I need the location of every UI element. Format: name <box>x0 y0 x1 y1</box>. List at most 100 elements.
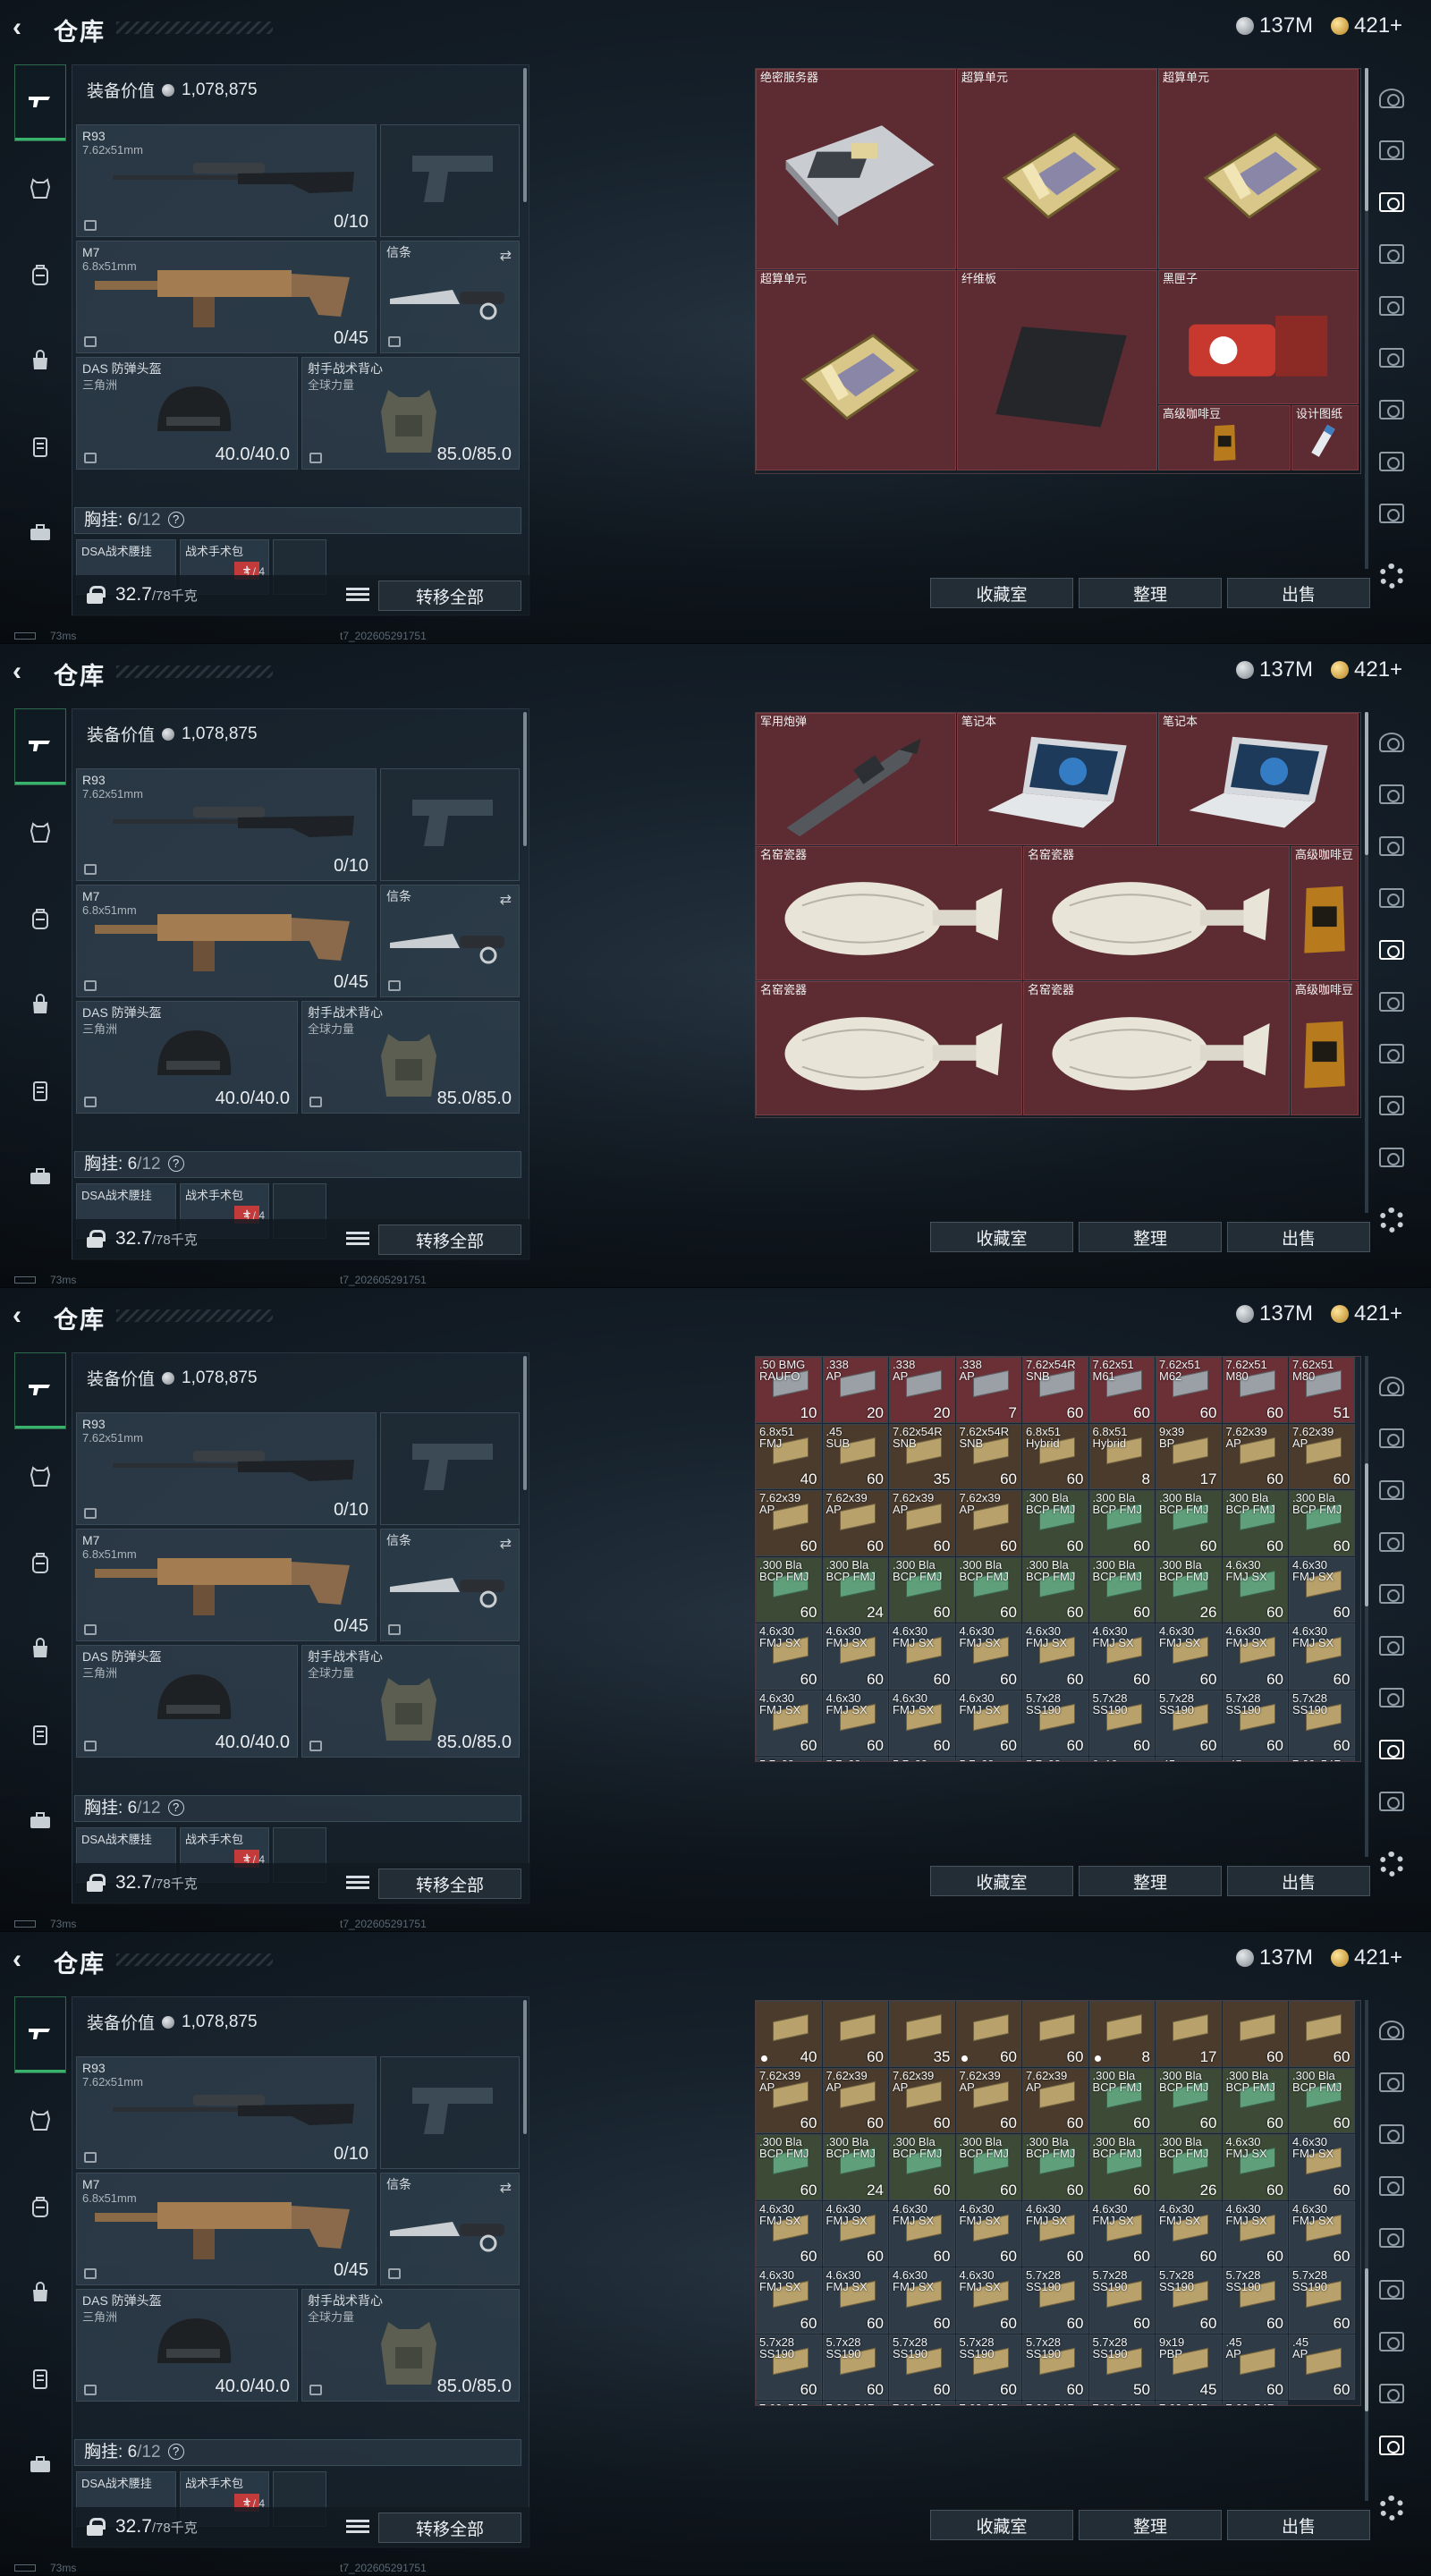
vest-slot[interactable]: 射手战术背心 全球力量 85.0/85.0 <box>301 1001 520 1114</box>
vest-slot[interactable]: 射手战术背心 全球力量 85.0/85.0 <box>301 357 520 470</box>
ammo-item[interactable]: .300 Bla BCP FMJ 60 <box>1289 2067 1355 2133</box>
chest-rig-bar[interactable]: 胸挂: 6/12? <box>74 1795 521 1822</box>
ammo-item[interactable]: 4.6x30 FMJ SX 60 <box>756 2267 822 2334</box>
ammo-item[interactable]: .300 Bla BCP FMJ 60 <box>889 1556 955 1623</box>
ammo-item[interactable]: 4.6x30 FMJ SX 60 <box>1156 2200 1222 2267</box>
chest-rig-bar[interactable]: 胸挂: 6/12? <box>74 2439 521 2466</box>
storage-item[interactable]: 笔记本 <box>1158 713 1359 845</box>
list-view-icon[interactable] <box>346 582 369 606</box>
ammo-item[interactable]: .50 BMG RAUFO 10 <box>756 1357 822 1423</box>
ammo-item[interactable]: 5.7x28SS190 60 <box>1022 1690 1088 1756</box>
ammo-item[interactable]: 7.62x54RLPS60 <box>955 2401 1021 2405</box>
melee-slot[interactable]: 信条 ⇄ <box>380 241 520 353</box>
sort-button[interactable]: 整理 <box>1079 578 1222 608</box>
ammo-item[interactable]: 4.6x30 FMJ SX 60 <box>955 1623 1021 1690</box>
warehouse-icon[interactable] <box>1374 2012 1410 2048</box>
ammo-item[interactable]: 60 <box>1289 2001 1355 2067</box>
bag-icon[interactable] <box>14 966 66 1043</box>
ammo-item[interactable]: 4.6x30 FMJ SX 60 <box>1222 1556 1288 1623</box>
helmet-slot[interactable]: DAS 防弹头盔 三角洲 40.0/40.0 <box>76 2289 298 2402</box>
gold-currency[interactable]: 421+ <box>1331 657 1402 683</box>
ammo-item[interactable]: 7.62x39 AP 60 <box>756 1490 822 1556</box>
case-icon[interactable] <box>14 408 66 485</box>
bag-icon[interactable] <box>14 2254 66 2331</box>
toolbox-icon[interactable] <box>14 1138 66 1215</box>
gear-icon[interactable] <box>1379 2496 1404 2521</box>
ammo-item[interactable]: 4.6x30 FMJ SX 60 <box>955 2200 1021 2267</box>
ammo-item[interactable]: 4.6x30 FMJ SX 60 <box>822 1623 888 1690</box>
ammo-item[interactable]: 4.6x30 FMJ SX 60 <box>1156 1623 1222 1690</box>
transfer-all-button[interactable]: 转移全部 <box>378 580 521 611</box>
secondary-weapon-slot[interactable]: M7 6.8x51mm 0/45 <box>76 885 377 997</box>
melee-slot[interactable]: 信条 ⇄ <box>380 885 520 997</box>
ammo-item[interactable]: 9x19PBP45 <box>1088 1757 1155 1761</box>
swap-icon[interactable]: ⇄ <box>500 1535 512 1553</box>
storage-tab-icon[interactable] <box>1374 1680 1410 1716</box>
ammo-item[interactable]: .300 Bla BCP FMJ 60 <box>1289 1490 1355 1556</box>
sell-button[interactable]: 出售 <box>1227 2510 1370 2540</box>
ammo-item[interactable]: 6.8x51 FMJ 40 <box>756 1423 822 1489</box>
storage-scrollbar[interactable] <box>1365 2000 1368 2501</box>
ammo-item[interactable]: 8 <box>1088 2001 1155 2067</box>
storage-tab-icon[interactable] <box>1374 132 1410 168</box>
toolbox-icon[interactable] <box>14 494 66 571</box>
ammo-item[interactable]: 4.6x30 FMJ SX 60 <box>889 1690 955 1756</box>
gold-currency[interactable]: 421+ <box>1331 1301 1402 1327</box>
storage-item[interactable]: 超算单元 <box>957 69 1157 269</box>
storage-tab-icon[interactable] <box>1374 776 1410 812</box>
ammo-item[interactable]: 7.62x39 AP 60 <box>889 1490 955 1556</box>
secondary-weapon-slot[interactable]: M7 6.8x51mm 0/45 <box>76 241 377 353</box>
ammo-item[interactable]: 5.7x28SS190 60 <box>1022 2267 1088 2334</box>
ammo-item[interactable]: 5.7x28SS190 60 <box>822 2334 888 2400</box>
primary-weapon-slot[interactable]: R93 7.62x51mm 0/10 <box>76 1412 377 1525</box>
ammo-item[interactable]: .300 Bla BCP FMJ 26 <box>1156 1556 1222 1623</box>
ammo-item[interactable]: 4.6x30 FMJ SX 60 <box>1289 1556 1355 1623</box>
case-icon[interactable] <box>14 1696 66 1773</box>
loadout-scrollbar[interactable] <box>523 68 527 202</box>
ammo-item[interactable]: 4.6x30 FMJ SX 60 <box>889 1623 955 1690</box>
ammo-item[interactable]: .300 Bla BCP FMJ 60 <box>1222 1490 1288 1556</box>
storage-item[interactable]: 军用炮弹 <box>756 713 956 845</box>
lock-icon[interactable] <box>87 1874 106 1892</box>
ammo-item[interactable]: 6.8x51 Hybrid 60 <box>1022 1423 1088 1489</box>
storage-tab-icon[interactable] <box>1374 2168 1410 2204</box>
storage-item[interactable]: 黑匣子 <box>1158 270 1359 404</box>
ammo-item[interactable]: .45AP60 <box>1222 1757 1288 1761</box>
ammo-item[interactable]: .300 Bla BCP FMJ 60 <box>1088 1490 1155 1556</box>
ammo-item[interactable]: 5.7x28SS190 60 <box>1222 2267 1288 2334</box>
ammo-item[interactable]: 4.6x30 FMJ SX 60 <box>822 2200 888 2267</box>
swap-icon[interactable]: ⇄ <box>500 891 512 909</box>
ammo-item[interactable]: 5.7x28SS190 60 <box>1289 1690 1355 1756</box>
storage-tab-icon[interactable] <box>1374 2324 1410 2360</box>
sell-button[interactable]: 出售 <box>1227 578 1370 608</box>
ammo-item[interactable]: 5.7x28SS190 60 <box>1088 1690 1155 1756</box>
storage-tab-icon[interactable] <box>1374 496 1410 531</box>
ammo-item[interactable]: .300 Bla BCP FMJ 60 <box>1088 2067 1155 2133</box>
armor-icon[interactable] <box>14 1438 66 1515</box>
ammo-item[interactable]: 7.62x54RLPS60 <box>1022 2401 1088 2405</box>
storage-tab-icon[interactable] <box>1374 1472 1410 1508</box>
ammo-item[interactable]: 5.7x28SS190 60 <box>955 2334 1021 2400</box>
storage-item[interactable]: 绝密服务器 <box>756 69 956 269</box>
ammo-item[interactable]: 7.62x54RLPS60 <box>889 2401 955 2405</box>
backpack-icon[interactable] <box>14 236 66 313</box>
ammo-item[interactable]: 7.62x54RLPS60 <box>1156 2401 1222 2405</box>
lock-icon[interactable] <box>87 586 106 604</box>
ammo-item[interactable]: 7.62x39 AP 60 <box>756 2067 822 2133</box>
vest-slot[interactable]: 射手战术背心 全球力量 85.0/85.0 <box>301 2289 520 2402</box>
ammo-item[interactable]: 4.6x30 FMJ SX 60 <box>1289 2134 1355 2200</box>
ammo-item[interactable]: .300 Bla BCP FMJ 60 <box>1022 2134 1088 2200</box>
ammo-item[interactable]: 60 <box>1222 2001 1288 2067</box>
pistol-slot[interactable] <box>380 2056 520 2169</box>
lock-icon[interactable] <box>87 2518 106 2536</box>
armor-icon[interactable] <box>14 150 66 227</box>
ammo-item[interactable]: 7.62x39 AP 60 <box>1222 1423 1288 1489</box>
ammo-item[interactable]: 9x39 BP 17 <box>1156 1423 1222 1489</box>
storage-tab-icon[interactable] <box>1374 1420 1410 1456</box>
storage-tab-icon[interactable] <box>1374 236 1410 272</box>
ammo-item[interactable]: 4.6x30 FMJ SX 60 <box>1088 1623 1155 1690</box>
storage-item[interactable]: 超算单元 <box>756 270 956 470</box>
ammo-item[interactable]: 5.7x28SS19050 <box>1022 1757 1088 1761</box>
warehouse-icon[interactable] <box>1374 80 1410 116</box>
scrollbar-thumb[interactable] <box>1365 712 1368 855</box>
